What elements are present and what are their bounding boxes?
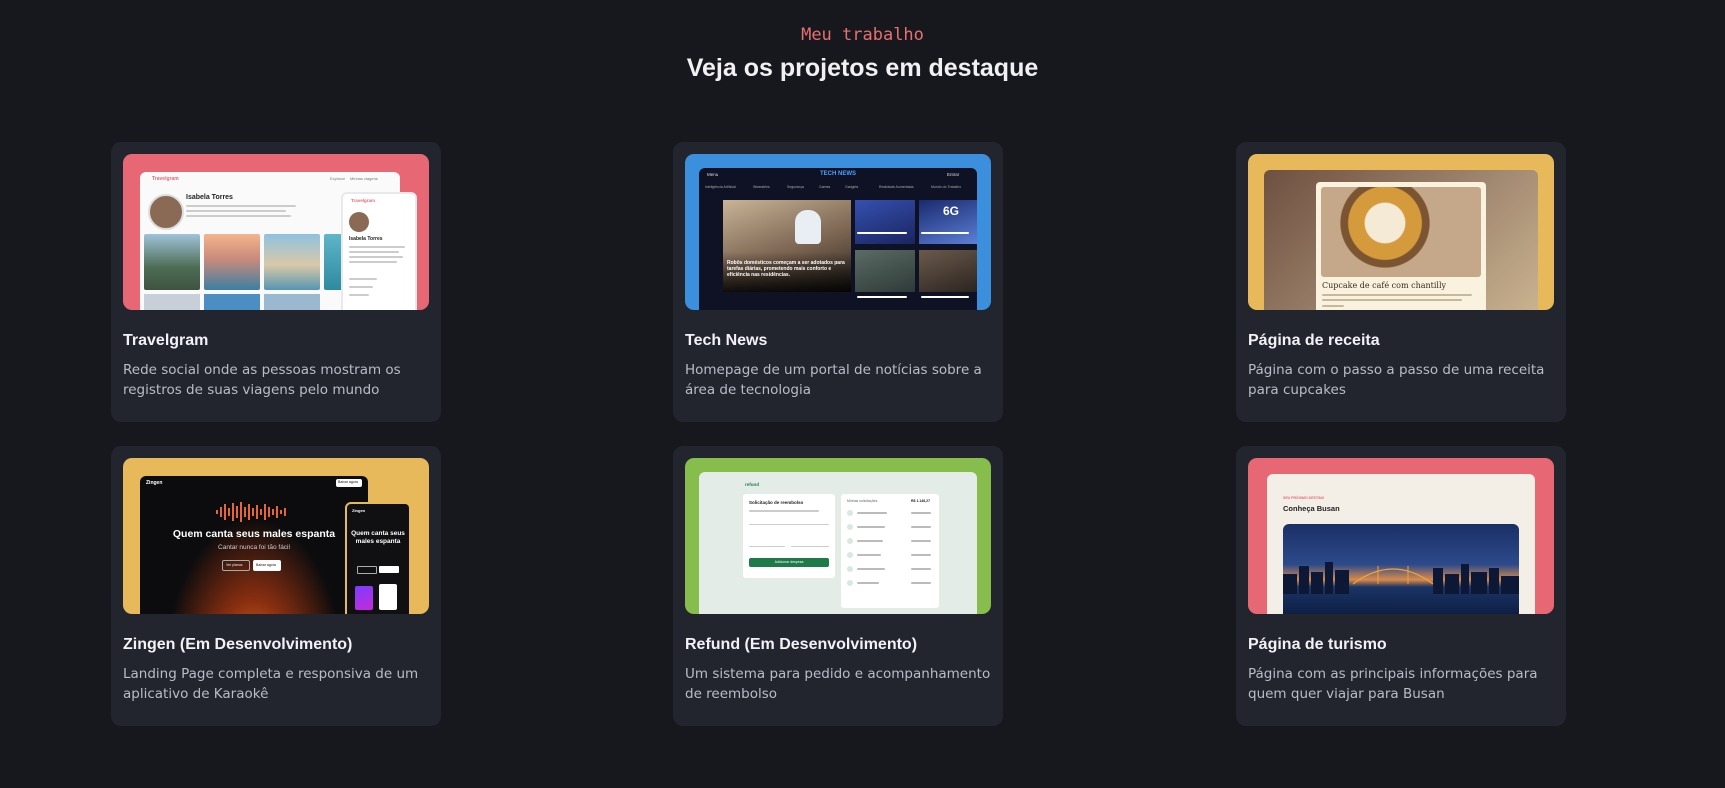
mock-kicker: SEU PRÓXIMO DESTINO [1283,496,1325,500]
desktop-mockup: refund Solicitação de reembolso Adiciona… [699,472,977,614]
mock-nav: Minhas viagens [350,176,378,181]
section-eyebrow: Meu trabalho [801,25,924,45]
list-total: R$ 1.146,27 [911,499,931,503]
project-card-zingen[interactable]: Zingen Baixar agora Quem canta seus male… [111,446,441,726]
project-description: Homepage de um portal de notícias sobre … [685,362,982,398]
main-story-image: Robôs domésticos começam a ser adotados … [723,200,851,292]
story-image [855,200,915,244]
mobile-headline: Quem canta seus males espanta [351,530,405,545]
project-thumbnail[interactable]: Menu TECH NEWS Entrar Inteligência Artif… [685,154,991,310]
section-heading: Veja os projetos em destaque [686,54,1039,82]
requests-list: Minhas solicitações R$ 1.146,27 [841,494,939,608]
avatar [349,212,369,232]
mock-category: Mundo do Trabalho [931,185,962,189]
busan-photo [1283,524,1519,614]
mock-logo: Zingen [146,480,163,486]
btn-primary-label: Baixar agora [256,563,276,567]
mock-category: Inteligência Artificial [705,185,736,189]
mock-logo: refund [745,482,759,487]
mobile-mockup: Travelgram Isabela Torres [341,192,417,310]
mock-category: Wearables [753,185,770,189]
request-form: Solicitação de reembolso Adicionar despe… [743,494,835,578]
project-thumbnail[interactable]: SEU PRÓXIMO DESTINO Conheça Busan [1248,458,1554,614]
btn-secondary-label: Ver planos [226,563,243,567]
story-image [919,250,977,292]
soundwave-icon [216,502,286,522]
project-card-tech-news[interactable]: Menu TECH NEWS Entrar Inteligência Artif… [673,142,1003,422]
project-title: Página de receita [1248,332,1380,349]
recipe-title: Cupcake de café com chantilly [1322,281,1447,290]
photo [264,234,320,290]
project-description: Página com as principais informações par… [1248,666,1538,702]
project-thumbnail[interactable]: Cupcake de café com chantilly [1248,154,1554,310]
mock-category: Realidade Aumentada [879,185,914,189]
mock-profile-name: Isabela Torres [186,194,233,201]
hero-headline: Quem canta seus males espanta [172,528,336,540]
list-title: Minhas solicitações [847,499,878,503]
desktop-mockup: Zingen Baixar agora Quem canta seus male… [140,476,368,614]
mock-profile-name: Isabela Torres [349,236,383,242]
project-description: Página com o passo a passo de uma receit… [1248,362,1545,398]
submit-button-label: Adicionar despesa [774,560,804,564]
form-title: Solicitação de reembolso [749,500,804,505]
mock-nav-cta-label: Baixar agora [338,480,358,484]
city-skyline [1283,562,1519,594]
project-card-travelgram[interactable]: Travelgram Explorar Minhas viagens Isabe… [111,142,441,422]
project-title: Travelgram [123,332,209,349]
story-image: 6G [919,200,977,244]
btn-secondary: Ver planos [222,560,250,571]
main-headline: Robôs domésticos começam a ser adotados … [727,260,845,278]
phone-art [355,586,373,610]
phone-art [379,584,397,610]
mock-title: Conheça Busan [1283,504,1340,513]
mock-category: Gadgets [845,185,859,189]
project-thumbnail[interactable]: Travelgram Explorar Minhas viagens Isabe… [123,154,429,310]
project-card-tourism[interactable]: SEU PRÓXIMO DESTINO Conheça Busan Página… [1236,446,1566,726]
project-thumbnail[interactable]: Zingen Baixar agora Quem canta seus male… [123,458,429,614]
hero-subline: Cantar nunca foi tão fácil [218,544,290,551]
project-card-recipe[interactable]: Cupcake de café com chantilly Página de … [1236,142,1566,422]
avatar [148,194,184,230]
btn-primary: Baixar agora [253,560,281,571]
project-description: Landing Page completa e responsiva de um… [123,666,419,702]
mock-logo: Travelgram [351,198,376,203]
mobile-mockup: Zingen Quem canta seus males espanta [345,502,411,614]
mock-nav: Explorar [330,176,345,181]
project-title: Zingen (Em Desenvolvimento) [123,636,353,653]
project-title: Tech News [685,332,768,349]
cupcake-photo [1321,187,1481,277]
photo [204,294,260,310]
desktop-mockup: Menu TECH NEWS Entrar Inteligência Artif… [699,168,977,310]
project-card-refund[interactable]: refund Solicitação de reembolso Adiciona… [673,446,1003,726]
mock-logo: TECH NEWS [820,171,856,177]
story-image [855,250,915,292]
mock-category: Games [819,185,831,189]
robot-figure [795,210,821,244]
photo [144,234,200,290]
recipe-page-mockup: Cupcake de café com chantilly [1316,182,1486,310]
project-description: Um sistema para pedido e acompanhamento … [685,666,991,702]
badge-6g: 6G [943,204,960,218]
mock-nav-cta: Baixar agora [336,479,362,487]
photo [264,294,320,310]
project-thumbnail[interactable]: refund Solicitação de reembolso Adiciona… [685,458,991,614]
mock-logo: Zingen [352,508,366,513]
project-title: Página de turismo [1248,636,1387,653]
photo [204,234,260,290]
mock-category: Segurança [787,185,804,189]
project-title: Refund (Em Desenvolvimento) [685,636,918,653]
submit-button: Adicionar despesa [749,558,829,567]
desktop-mockup: SEU PRÓXIMO DESTINO Conheça Busan [1267,474,1535,614]
mock-logo: Travelgram [152,176,179,182]
mock-login: Entrar [947,172,960,177]
photo [144,294,200,310]
project-description: Rede social onde as pessoas mostram os r… [123,362,401,398]
